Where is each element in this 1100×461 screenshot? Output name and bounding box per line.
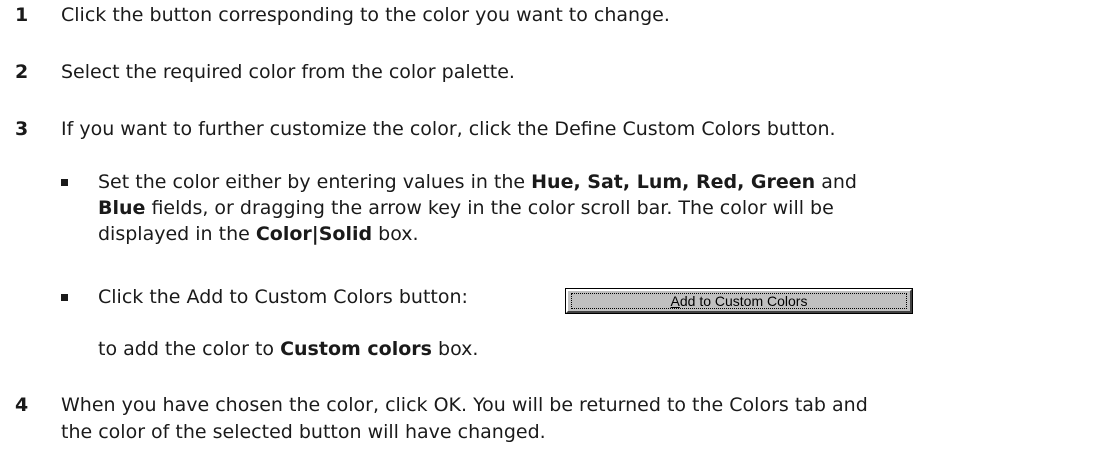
bullet-line: displayed in the Color|Solid box. [98, 221, 1061, 247]
step-number: 1 [15, 4, 29, 26]
button-label: Add to Custom Colors [671, 293, 808, 309]
accelerator-key: A [670, 293, 680, 309]
box-name: Custom colors [280, 338, 432, 360]
bullet-line: Set the color either by entering values … [98, 169, 1061, 195]
text-run: fields, or dragging the arrow key in the… [145, 197, 834, 219]
label-rest: dd to Custom Colors [679, 293, 808, 309]
bullet-icon [61, 179, 68, 186]
box-name: Color|Solid [255, 223, 373, 245]
text-run: to add the color to [98, 338, 281, 360]
step-text: When you have chosen the color, click OK… [61, 392, 1080, 446]
add-to-custom-colors-button[interactable]: Add to Custom Colors [565, 288, 913, 314]
bullet-text: Set the color either by entering values … [98, 169, 1061, 247]
text-run: displayed in the [98, 223, 256, 245]
bullet-text: to add the color to Custom colors box. [98, 336, 1061, 362]
step-number: 2 [15, 61, 29, 83]
text-run: box. [372, 223, 419, 245]
step-number: 3 [15, 118, 29, 140]
text-run: and [815, 171, 857, 193]
field-names: Hue, Sat, Lum, Red, Green [531, 171, 816, 193]
text-run: box. [431, 338, 479, 360]
bullet-icon [61, 294, 68, 301]
field-name-blue: Blue [98, 197, 146, 219]
step-text: Click the button corresponding to the co… [61, 4, 670, 26]
text-run: Set the color either by entering values … [98, 171, 532, 193]
step-line: When you have chosen the color, click OK… [61, 394, 868, 416]
bullet-line: Blue fields, or dragging the arrow key i… [98, 195, 1061, 221]
step-text: Select the required color from the color… [61, 61, 515, 83]
step-line: the color of the selected button will ha… [61, 421, 546, 443]
step-text: If you want to further customize the col… [61, 118, 836, 140]
step-number: 4 [15, 394, 29, 416]
